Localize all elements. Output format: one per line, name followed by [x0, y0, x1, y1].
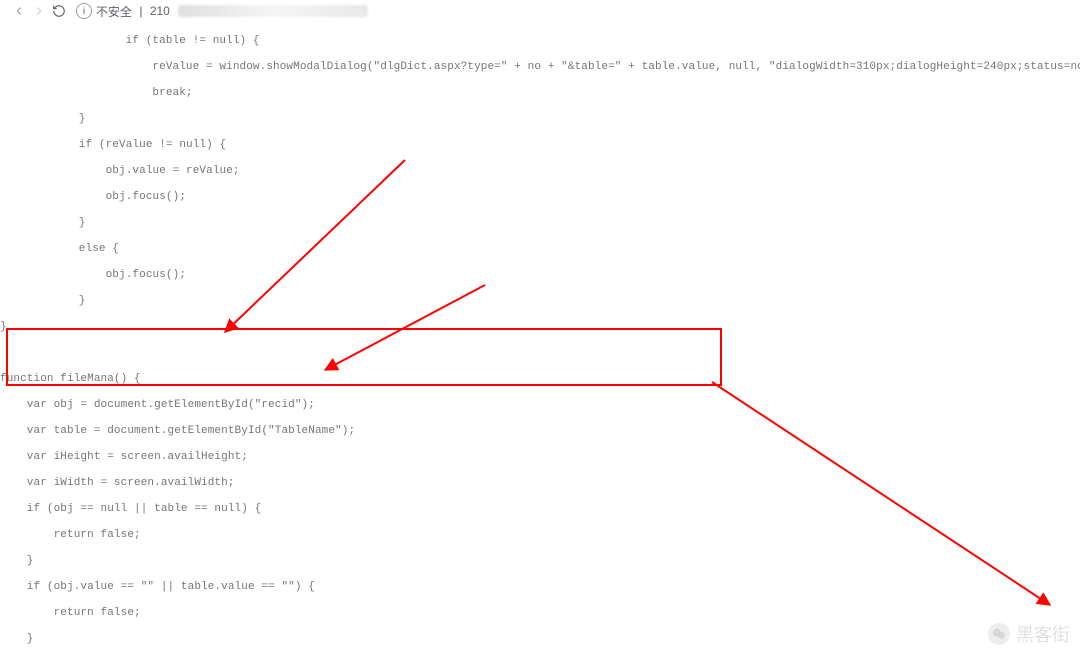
code-line: reValue = window.showModalDialog("dlgDic…	[0, 61, 1080, 74]
wechat-icon	[988, 623, 1010, 645]
back-button[interactable]	[12, 4, 26, 18]
code-line: var iWidth = screen.availWidth;	[0, 477, 1080, 490]
watermark-text: 黑客街	[1016, 621, 1070, 647]
code-line: var iHeight = screen.availHeight;	[0, 451, 1080, 464]
code-line: }	[0, 217, 1080, 230]
code-line: }	[0, 295, 1080, 308]
code-line: if (obj.value == "" || table.value == ""…	[0, 581, 1080, 594]
info-icon: i	[76, 3, 92, 19]
address-visible: 210	[150, 4, 170, 18]
code-line: var table = document.getElementById("Tab…	[0, 425, 1080, 438]
reload-button[interactable]	[52, 4, 66, 18]
code-line: }	[0, 633, 1080, 646]
code-line: obj.focus();	[0, 269, 1080, 282]
code-line: if (obj == null || table == null) {	[0, 503, 1080, 516]
code-line: else {	[0, 243, 1080, 256]
code-line: }	[0, 555, 1080, 568]
code-line: return false;	[0, 529, 1080, 542]
code-line: if (table != null) {	[0, 35, 1080, 48]
address-redacted	[178, 5, 368, 17]
highlight-box	[6, 328, 722, 386]
code-line: break;	[0, 87, 1080, 100]
forward-button[interactable]	[32, 4, 46, 18]
browser-toolbar: i 不安全 | 210	[0, 0, 1080, 22]
code-line: if (reValue != null) {	[0, 139, 1080, 152]
address-bar[interactable]: i 不安全 | 210	[72, 1, 376, 22]
address-separator: |	[136, 4, 146, 18]
insecure-label: 不安全	[96, 3, 132, 20]
code-line: obj.focus();	[0, 191, 1080, 204]
code-line: var obj = document.getElementById("recid…	[0, 399, 1080, 412]
code-line: return false;	[0, 607, 1080, 620]
watermark: 黑客街	[988, 621, 1070, 647]
code-line: }	[0, 113, 1080, 126]
code-line: obj.value = reValue;	[0, 165, 1080, 178]
